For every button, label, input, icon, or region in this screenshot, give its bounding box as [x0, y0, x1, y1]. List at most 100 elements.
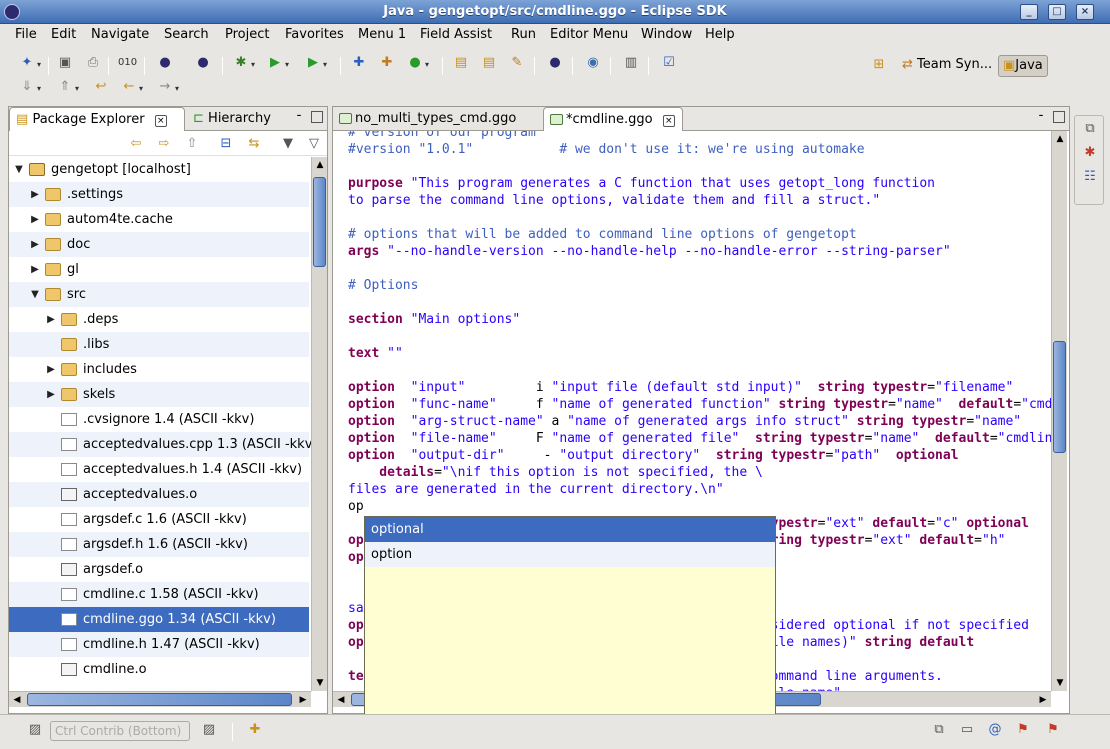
collapse-all-icon[interactable]: ⊟: [217, 135, 235, 153]
scroll-thumb[interactable]: [1053, 341, 1066, 453]
last-edit-location-icon[interactable]: ↩: [92, 78, 110, 96]
close-icon[interactable]: ×: [154, 115, 167, 127]
document-icon[interactable]: ▥: [622, 54, 640, 72]
maximize-view-icon[interactable]: [311, 111, 323, 123]
maximize-view-icon[interactable]: [1053, 111, 1065, 123]
menu-help[interactable]: Help: [705, 27, 735, 42]
menu-editor-menu[interactable]: Editor Menu: [550, 27, 628, 42]
tree-item[interactable]: ▶ skels: [9, 382, 309, 407]
menu-navigate[interactable]: Navigate: [91, 27, 149, 42]
scroll-down-arrow-icon[interactable]: ▼: [1052, 675, 1068, 691]
scroll-thumb[interactable]: [27, 693, 292, 706]
tree-item[interactable]: ▶ .deps: [9, 307, 309, 332]
chevron-down-icon[interactable]: ▾: [175, 84, 179, 93]
tree-item[interactable]: ▶ .settings: [9, 182, 309, 207]
tree-item[interactable]: cmdline.o: [9, 657, 309, 682]
minimize-button[interactable]: _: [1020, 4, 1038, 20]
tab-cmdline-ggo[interactable]: *cmdline.ggo ×: [543, 107, 683, 131]
type-hierarchy-icon[interactable]: ✱: [1081, 144, 1099, 162]
collapsed-arrow-icon[interactable]: ▶: [29, 207, 41, 232]
tree-item[interactable]: .cvsignore 1.4 (ASCII -kkv): [9, 407, 309, 432]
new-class-icon[interactable]: ●: [406, 54, 424, 72]
new-wizard-icon[interactable]: ✦: [18, 54, 36, 72]
minimize-view-icon[interactable]: –: [1035, 111, 1047, 123]
vertical-scrollbar[interactable]: ▲ ▼: [311, 157, 327, 691]
chevron-down-icon[interactable]: ▾: [37, 84, 41, 93]
menu-run[interactable]: Run: [511, 27, 536, 42]
collapsed-arrow-icon[interactable]: ▶: [29, 182, 41, 207]
open-folder-icon[interactable]: ▤: [480, 54, 498, 72]
scroll-up-arrow-icon[interactable]: ▲: [312, 157, 328, 173]
vertical-scrollbar[interactable]: ▲ ▼: [1051, 131, 1067, 691]
chevron-down-icon[interactable]: ▽: [305, 135, 323, 153]
print-icon[interactable]: ⎙: [84, 54, 102, 72]
pencil-icon[interactable]: ✎: [508, 54, 526, 72]
chevron-down-icon[interactable]: ▾: [323, 60, 327, 69]
tree-item[interactable]: acceptedvalues.cpp 1.3 (ASCII -kkv): [9, 432, 311, 457]
save-icon[interactable]: ▣: [56, 54, 74, 72]
tree-item[interactable]: ▶ gl: [9, 257, 309, 282]
open-type-icon[interactable]: ▤: [452, 54, 470, 72]
tab-package-explorer[interactable]: ▤ Package Explorer ×: [9, 107, 185, 131]
chevron-down-icon[interactable]: ▾: [37, 60, 41, 69]
back-icon[interactable]: ⇦: [127, 135, 145, 153]
content-assist-item[interactable]: option: [365, 542, 775, 567]
tree-item[interactable]: ▶ includes: [9, 357, 309, 382]
collapsed-arrow-icon[interactable]: ▶: [45, 357, 57, 382]
horizontal-scrollbar[interactable]: ◀ ▶: [9, 691, 311, 707]
scroll-left-arrow-icon[interactable]: ◀: [9, 692, 25, 708]
outline-icon[interactable]: ☷: [1081, 168, 1099, 186]
restore-icon[interactable]: ⧉: [930, 721, 948, 739]
tree-item[interactable]: cmdline.c 1.58 (ASCII -kkv): [9, 582, 309, 607]
tree-item[interactable]: .libs: [9, 332, 309, 357]
perspective-java[interactable]: ▣Java: [998, 55, 1048, 77]
external-tools-icon[interactable]: ▶: [304, 54, 322, 72]
previous-annotation-icon[interactable]: ⇑: [56, 78, 74, 96]
collapsed-arrow-icon[interactable]: ▶: [29, 257, 41, 282]
debug-icon[interactable]: ✱: [232, 54, 250, 72]
scroll-thumb[interactable]: [313, 177, 326, 267]
chevron-down-icon[interactable]: ▾: [425, 60, 429, 69]
menu-search[interactable]: Search: [164, 27, 209, 42]
restore-icon[interactable]: ⧉: [1081, 120, 1099, 138]
scroll-left-arrow-icon[interactable]: ◀: [333, 692, 349, 708]
chevron-down-icon[interactable]: ▾: [139, 84, 143, 93]
tree-item[interactable]: argsdef.o: [9, 557, 309, 582]
binary-icon[interactable]: 010: [118, 54, 137, 72]
close-button[interactable]: ×: [1076, 4, 1094, 20]
scroll-right-arrow-icon[interactable]: ▶: [295, 692, 311, 708]
tab-no-multi-types-cmd[interactable]: no_multi_types_cmd.ggo: [333, 107, 541, 131]
perspective-team-sync[interactable]: ⇄ Team Syn...: [898, 55, 996, 77]
console-icon[interactable]: ▭: [958, 721, 976, 739]
minimize-view-icon[interactable]: –: [293, 111, 305, 123]
new-package-icon[interactable]: ✚: [378, 54, 396, 72]
problems-icon[interactable]: ⚑: [1044, 721, 1062, 739]
run-icon[interactable]: ▶: [266, 54, 284, 72]
menu-menu1[interactable]: Menu 1: [358, 27, 406, 42]
tree-item[interactable]: acceptedvalues.h 1.4 (ASCII -kkv): [9, 457, 309, 482]
scroll-down-arrow-icon[interactable]: ▼: [312, 675, 328, 691]
tree-item[interactable]: ▶ autom4te.cache: [9, 207, 309, 232]
expanded-arrow-icon[interactable]: ▼: [29, 282, 41, 307]
content-assist-item[interactable]: optional: [365, 517, 775, 542]
chevron-down-icon[interactable]: ▾: [285, 60, 289, 69]
tree-item[interactable]: ▼ src: [9, 282, 309, 307]
forward-icon[interactable]: ⇨: [155, 135, 173, 153]
scroll-up-arrow-icon[interactable]: ▲: [1052, 131, 1068, 147]
eclipse-sphere-icon[interactable]: ●: [546, 54, 564, 72]
next-annotation-icon[interactable]: ⇓: [18, 78, 36, 96]
collapsed-arrow-icon[interactable]: ▶: [29, 232, 41, 257]
collapsed-arrow-icon[interactable]: ▶: [45, 307, 57, 332]
new-fast-view-icon[interactable]: ✚: [246, 721, 264, 739]
menu-window[interactable]: Window: [641, 27, 692, 42]
javadoc-icon[interactable]: @: [986, 721, 1004, 739]
menu-edit[interactable]: Edit: [51, 27, 76, 42]
eclipse-sphere-icon[interactable]: ●: [156, 54, 174, 72]
collapsed-arrow-icon[interactable]: ▶: [45, 382, 57, 407]
forward-icon[interactable]: →: [156, 78, 174, 96]
maximize-button[interactable]: □: [1048, 4, 1066, 20]
view-menu-icon[interactable]: ▼: [279, 135, 297, 153]
link-with-editor-icon[interactable]: ⇆: [245, 135, 263, 153]
tree-item[interactable]: ▼ gengetopt [localhost]: [9, 157, 309, 182]
task-icon[interactable]: ☑: [660, 54, 678, 72]
